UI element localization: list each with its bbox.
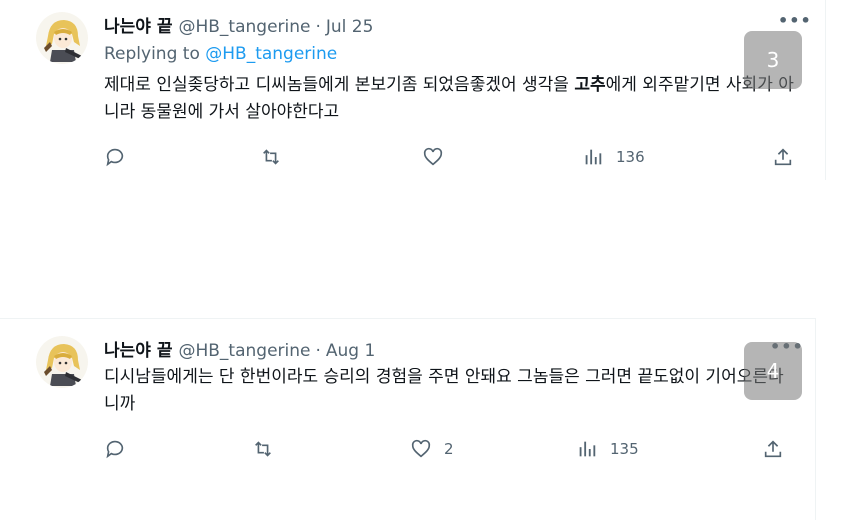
display-name[interactable]: 나는야 끝: [104, 12, 172, 37]
tweet-text-bold: 고추: [574, 75, 606, 95]
tweet-text: 디시남들에게는 단 한번이라도 승리의 경험을 주면 안돼요 그놈들은 그러면 …: [104, 367, 784, 414]
heart-icon: [411, 439, 431, 458]
replying-prefix: Replying to: [104, 44, 200, 64]
like-button[interactable]: 2: [410, 437, 454, 461]
share-icon: [774, 148, 792, 166]
anime-avatar-icon: [36, 12, 88, 64]
more-icon[interactable]: •••: [778, 11, 812, 30]
tweet-text-part: 제대로 인실좆당하고 디씨놈들에게 본보기좀 되었음좋겠어 생각을: [104, 75, 575, 95]
user-handle[interactable]: @HB_tangerine: [178, 341, 310, 361]
separator-dot: ·: [315, 341, 321, 361]
retweet-button[interactable]: [252, 437, 286, 461]
share-button[interactable]: [772, 145, 794, 169]
retweet-icon: [255, 441, 271, 457]
tweet-actions: 136: [104, 145, 794, 169]
like-button[interactable]: [422, 145, 456, 169]
share-button[interactable]: [762, 437, 784, 461]
views-button[interactable]: 136: [582, 145, 645, 169]
tweet-header: 나는야 끝 @HB_tangerine · Aug 1: [104, 336, 375, 361]
reply-icon: [106, 440, 124, 459]
tweet-text: 제대로 인실좆당하고 디씨놈들에게 본보기좀 되었음좋겠어 생각을 고추에게 외…: [104, 72, 794, 126]
avatar[interactable]: [36, 336, 88, 388]
views-button[interactable]: 135: [576, 437, 639, 461]
separator-dot: ·: [315, 17, 321, 37]
share-icon: [764, 440, 782, 458]
views-icon: [585, 149, 602, 165]
retweet-icon: [263, 149, 279, 165]
page-number-badge: 3: [744, 31, 802, 89]
reply-button[interactable]: [104, 437, 138, 461]
display-name[interactable]: 나는야 끝: [104, 336, 172, 361]
replying-to: Replying to @HB_tangerine: [104, 44, 337, 64]
like-count: 2: [444, 440, 454, 458]
view-count: 136: [616, 148, 645, 166]
page-number-badge: 4: [744, 342, 802, 400]
retweet-button[interactable]: [260, 145, 294, 169]
tweet-actions: 2 135: [104, 437, 794, 461]
avatar[interactable]: [36, 12, 88, 64]
heart-icon: [423, 147, 443, 166]
user-handle[interactable]: @HB_tangerine: [178, 17, 310, 37]
tweet-date[interactable]: Jul 25: [326, 17, 374, 37]
anime-avatar-icon: [36, 336, 88, 388]
views-icon: [579, 441, 596, 457]
reply-icon: [106, 148, 124, 167]
reply-button[interactable]: [104, 145, 138, 169]
view-count: 135: [610, 440, 639, 458]
replying-mention-link[interactable]: @HB_tangerine: [205, 44, 337, 64]
tweet-header: 나는야 끝 @HB_tangerine · Jul 25: [104, 12, 373, 37]
tweet-1[interactable]: 나는야 끝 @HB_tangerine · Jul 25 ••• Replyin…: [0, 0, 826, 180]
tweet-date[interactable]: Aug 1: [326, 341, 375, 361]
